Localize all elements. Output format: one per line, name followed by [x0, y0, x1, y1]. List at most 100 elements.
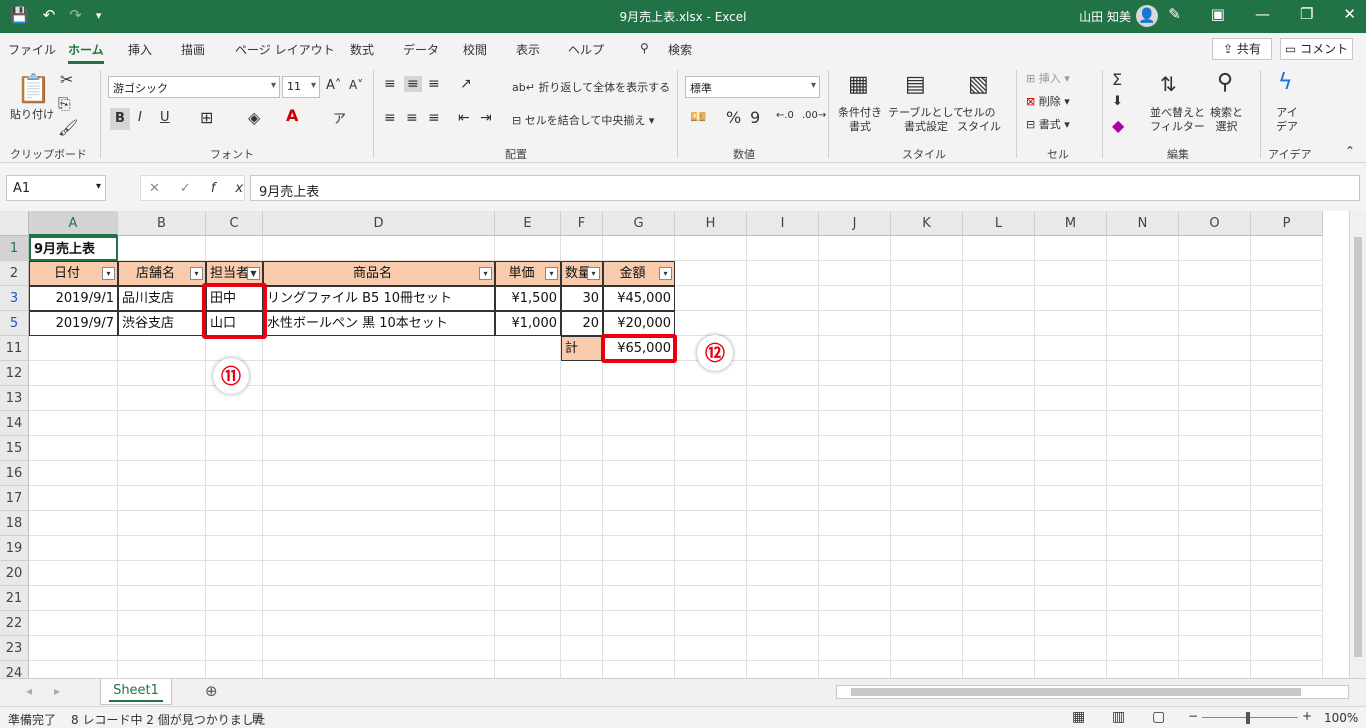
cell[interactable] — [1035, 586, 1107, 611]
cell[interactable] — [1251, 311, 1323, 336]
cell[interactable] — [675, 611, 747, 636]
row-header[interactable]: 5 — [0, 311, 29, 336]
cell[interactable] — [1251, 636, 1323, 661]
data-cell[interactable]: リングファイル B5 10冊セット — [263, 286, 495, 311]
cell[interactable] — [819, 311, 891, 336]
autosum-icon[interactable]: Σ — [1112, 70, 1122, 89]
cell[interactable] — [263, 486, 495, 511]
align-middle-icon[interactable]: ≡ — [404, 76, 422, 92]
cell[interactable] — [118, 536, 206, 561]
decrease-font-icon[interactable]: A˅ — [349, 78, 363, 92]
cell[interactable] — [1179, 636, 1251, 661]
cell[interactable] — [1107, 286, 1179, 311]
cell[interactable] — [819, 411, 891, 436]
cell[interactable] — [206, 586, 263, 611]
percent-icon[interactable]: % — [726, 108, 741, 127]
table-header[interactable]: 商品名 — [263, 261, 495, 286]
cell[interactable] — [1035, 336, 1107, 361]
border-icon[interactable]: ⊞ — [200, 108, 213, 127]
cell[interactable] — [747, 436, 819, 461]
cell[interactable] — [206, 436, 263, 461]
cell[interactable] — [1251, 261, 1323, 286]
cell[interactable] — [891, 336, 963, 361]
row-header[interactable]: 15 — [0, 436, 29, 461]
insert-cells-button[interactable]: ⊞ 挿入 ▾ — [1026, 72, 1070, 86]
cell[interactable] — [1179, 336, 1251, 361]
cell[interactable] — [1251, 336, 1323, 361]
conditional-format-icon[interactable]: ▦ — [848, 72, 869, 97]
cell[interactable] — [561, 486, 603, 511]
cell[interactable] — [1035, 486, 1107, 511]
cell-styles-button[interactable]: セルの スタイル — [957, 106, 1001, 135]
find-icon[interactable]: ⚲ — [1217, 70, 1233, 95]
align-right-icon[interactable]: ≡ — [428, 110, 440, 126]
cell[interactable] — [819, 536, 891, 561]
cell[interactable] — [963, 361, 1035, 386]
cell[interactable] — [963, 611, 1035, 636]
tab-view[interactable]: 表示 — [516, 41, 540, 58]
cell[interactable] — [891, 461, 963, 486]
cell[interactable] — [675, 386, 747, 411]
cell[interactable] — [263, 336, 495, 361]
row-header[interactable]: 11 — [0, 336, 29, 361]
row-header[interactable]: 18 — [0, 511, 29, 536]
cell[interactable] — [1251, 486, 1323, 511]
cell[interactable] — [963, 261, 1035, 286]
cell[interactable] — [675, 586, 747, 611]
cell[interactable] — [603, 361, 675, 386]
cell[interactable] — [263, 361, 495, 386]
format-table-button[interactable]: テーブルとして 書式設定 — [888, 106, 964, 135]
cell[interactable] — [29, 536, 118, 561]
cell[interactable] — [963, 336, 1035, 361]
filter-dropdown-icon[interactable]: ▾ — [102, 267, 115, 280]
cell[interactable] — [747, 461, 819, 486]
restore-icon[interactable]: ❐ — [1300, 5, 1313, 23]
cell[interactable] — [819, 636, 891, 661]
tab-data[interactable]: データ — [403, 41, 439, 58]
zoom-slider-thumb[interactable] — [1246, 712, 1250, 724]
cell[interactable] — [1107, 236, 1179, 261]
data-cell[interactable]: 30 — [561, 286, 603, 311]
format-painter-icon[interactable]: 🖌 — [58, 118, 78, 137]
cell[interactable] — [1179, 461, 1251, 486]
font-size-select[interactable]: 11 ▾ — [282, 76, 320, 98]
cell[interactable] — [819, 511, 891, 536]
cell-styles-icon[interactable]: ▧ — [968, 72, 989, 97]
cancel-icon[interactable]: ✕ — [149, 181, 180, 196]
cell[interactable] — [29, 661, 118, 678]
decrease-decimal-icon[interactable]: .00→ — [802, 110, 826, 121]
align-left-icon[interactable]: ≡ — [384, 110, 396, 126]
cell[interactable] — [603, 461, 675, 486]
cell[interactable] — [891, 386, 963, 411]
cell[interactable] — [495, 511, 561, 536]
orientation-icon[interactable]: ↗ — [460, 76, 472, 92]
find-select-button[interactable]: 検索と 選択 — [1210, 106, 1243, 135]
cell[interactable] — [603, 536, 675, 561]
cell[interactable] — [675, 236, 747, 261]
tab-insert[interactable]: 挿入 — [128, 41, 152, 58]
column-header[interactable]: A — [29, 211, 118, 236]
cell[interactable] — [747, 536, 819, 561]
cell[interactable] — [263, 386, 495, 411]
column-header[interactable]: N — [1107, 211, 1179, 236]
cell[interactable] — [495, 361, 561, 386]
cell[interactable] — [891, 511, 963, 536]
cell[interactable] — [1107, 411, 1179, 436]
italic-button[interactable]: I — [138, 110, 142, 125]
cell[interactable] — [1251, 536, 1323, 561]
row-header[interactable]: 3 — [0, 286, 29, 311]
cell[interactable] — [118, 336, 206, 361]
cell[interactable] — [1107, 361, 1179, 386]
cell[interactable] — [118, 461, 206, 486]
cell[interactable] — [1035, 286, 1107, 311]
cell[interactable] — [118, 411, 206, 436]
cell[interactable] — [1107, 561, 1179, 586]
row-header[interactable]: 1 — [0, 236, 29, 261]
filter-dropdown-icon[interactable]: ▾ — [587, 267, 600, 280]
zoom-slider[interactable] — [1202, 717, 1298, 718]
vertical-scrollbar[interactable] — [1349, 211, 1366, 678]
row-header[interactable]: 12 — [0, 361, 29, 386]
delete-cells-button[interactable]: ⊠ 削除 ▾ — [1026, 95, 1070, 109]
add-sheet-icon[interactable]: ⊕ — [205, 682, 218, 700]
cell[interactable] — [263, 611, 495, 636]
